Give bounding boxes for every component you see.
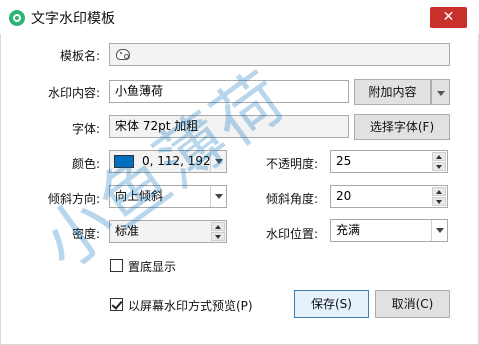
spin-down-icon[interactable] [211,232,225,241]
tilt-angle-stepper[interactable]: 20 [330,185,448,208]
bottom-display-label[interactable]: 置底显示 [128,258,176,275]
close-button[interactable]: ✕ [430,7,467,28]
tilt-direction-label: 倾斜方向: [47,192,100,206]
opacity-label: 不透明度: [265,157,318,171]
color-swatch [114,155,134,168]
save-button[interactable]: 保存(S) [294,290,369,318]
template-name-label: 模板名: [59,49,100,63]
tilt-angle-label: 倾斜角度: [265,192,318,206]
choose-font-button[interactable]: 选择字体(F) [354,114,450,140]
chevron-down-icon [437,91,445,96]
spin-up-icon[interactable] [432,187,446,196]
density-label: 密度: [71,227,100,241]
opacity-value: 25 [336,154,352,168]
font-field: 宋体 72pt 加粗 [109,115,349,138]
font-label: 字体: [71,122,100,136]
app-logo-icon [9,10,25,26]
screen-preview-label[interactable]: 以屏幕水印方式预览(P) [128,297,253,314]
title-bar[interactable]: 文字水印模板 ✕ [0,0,479,34]
watermark-content-label: 水印内容: [47,86,100,100]
density-value: 标准 [115,224,140,238]
opacity-spin-buttons[interactable] [432,152,446,171]
tilt-angle-spin-buttons[interactable] [432,187,446,206]
color-label: 颜色: [71,157,100,171]
add-content-dropdown-button[interactable] [431,79,450,105]
cancel-button[interactable]: 取消(C) [375,290,450,318]
chevron-down-icon [210,186,226,207]
chevron-down-icon [431,220,447,241]
spin-down-icon[interactable] [432,162,446,171]
watermark-position-select[interactable]: 充满 [330,219,448,242]
color-picker[interactable]: 0, 112, 192 [109,150,227,173]
density-spin-buttons[interactable] [211,222,225,241]
spin-up-icon[interactable] [432,152,446,161]
spin-down-icon[interactable] [432,197,446,206]
watermark-template-dialog: 文字水印模板 ✕ 模板名: 水印内容: 小鱼薄荷 附加内容 字体: 宋体 72p… [0,0,479,345]
bottom-display-checkbox[interactable] [110,259,123,272]
watermark-content-input[interactable]: 小鱼薄荷 [109,80,349,103]
tilt-direction-select[interactable]: 向上倾斜 [109,185,227,208]
chevron-down-icon [210,151,226,172]
color-value: 0, 112, 192 [142,154,211,168]
screen-preview-checkbox[interactable] [110,298,123,311]
tilt-direction-value: 向上倾斜 [115,189,164,203]
window-border-left [0,34,1,345]
template-icon [116,49,130,60]
opacity-stepper[interactable]: 25 [330,150,448,173]
density-stepper[interactable]: 标准 [109,220,227,243]
watermark-position-value: 充满 [336,223,361,237]
add-content-button[interactable]: 附加内容 [354,79,431,105]
spin-up-icon[interactable] [211,222,225,231]
watermark-position-label: 水印位置: [265,227,318,241]
tilt-angle-value: 20 [336,189,352,203]
template-name-field[interactable] [109,43,450,66]
window-title: 文字水印模板 [31,11,115,27]
